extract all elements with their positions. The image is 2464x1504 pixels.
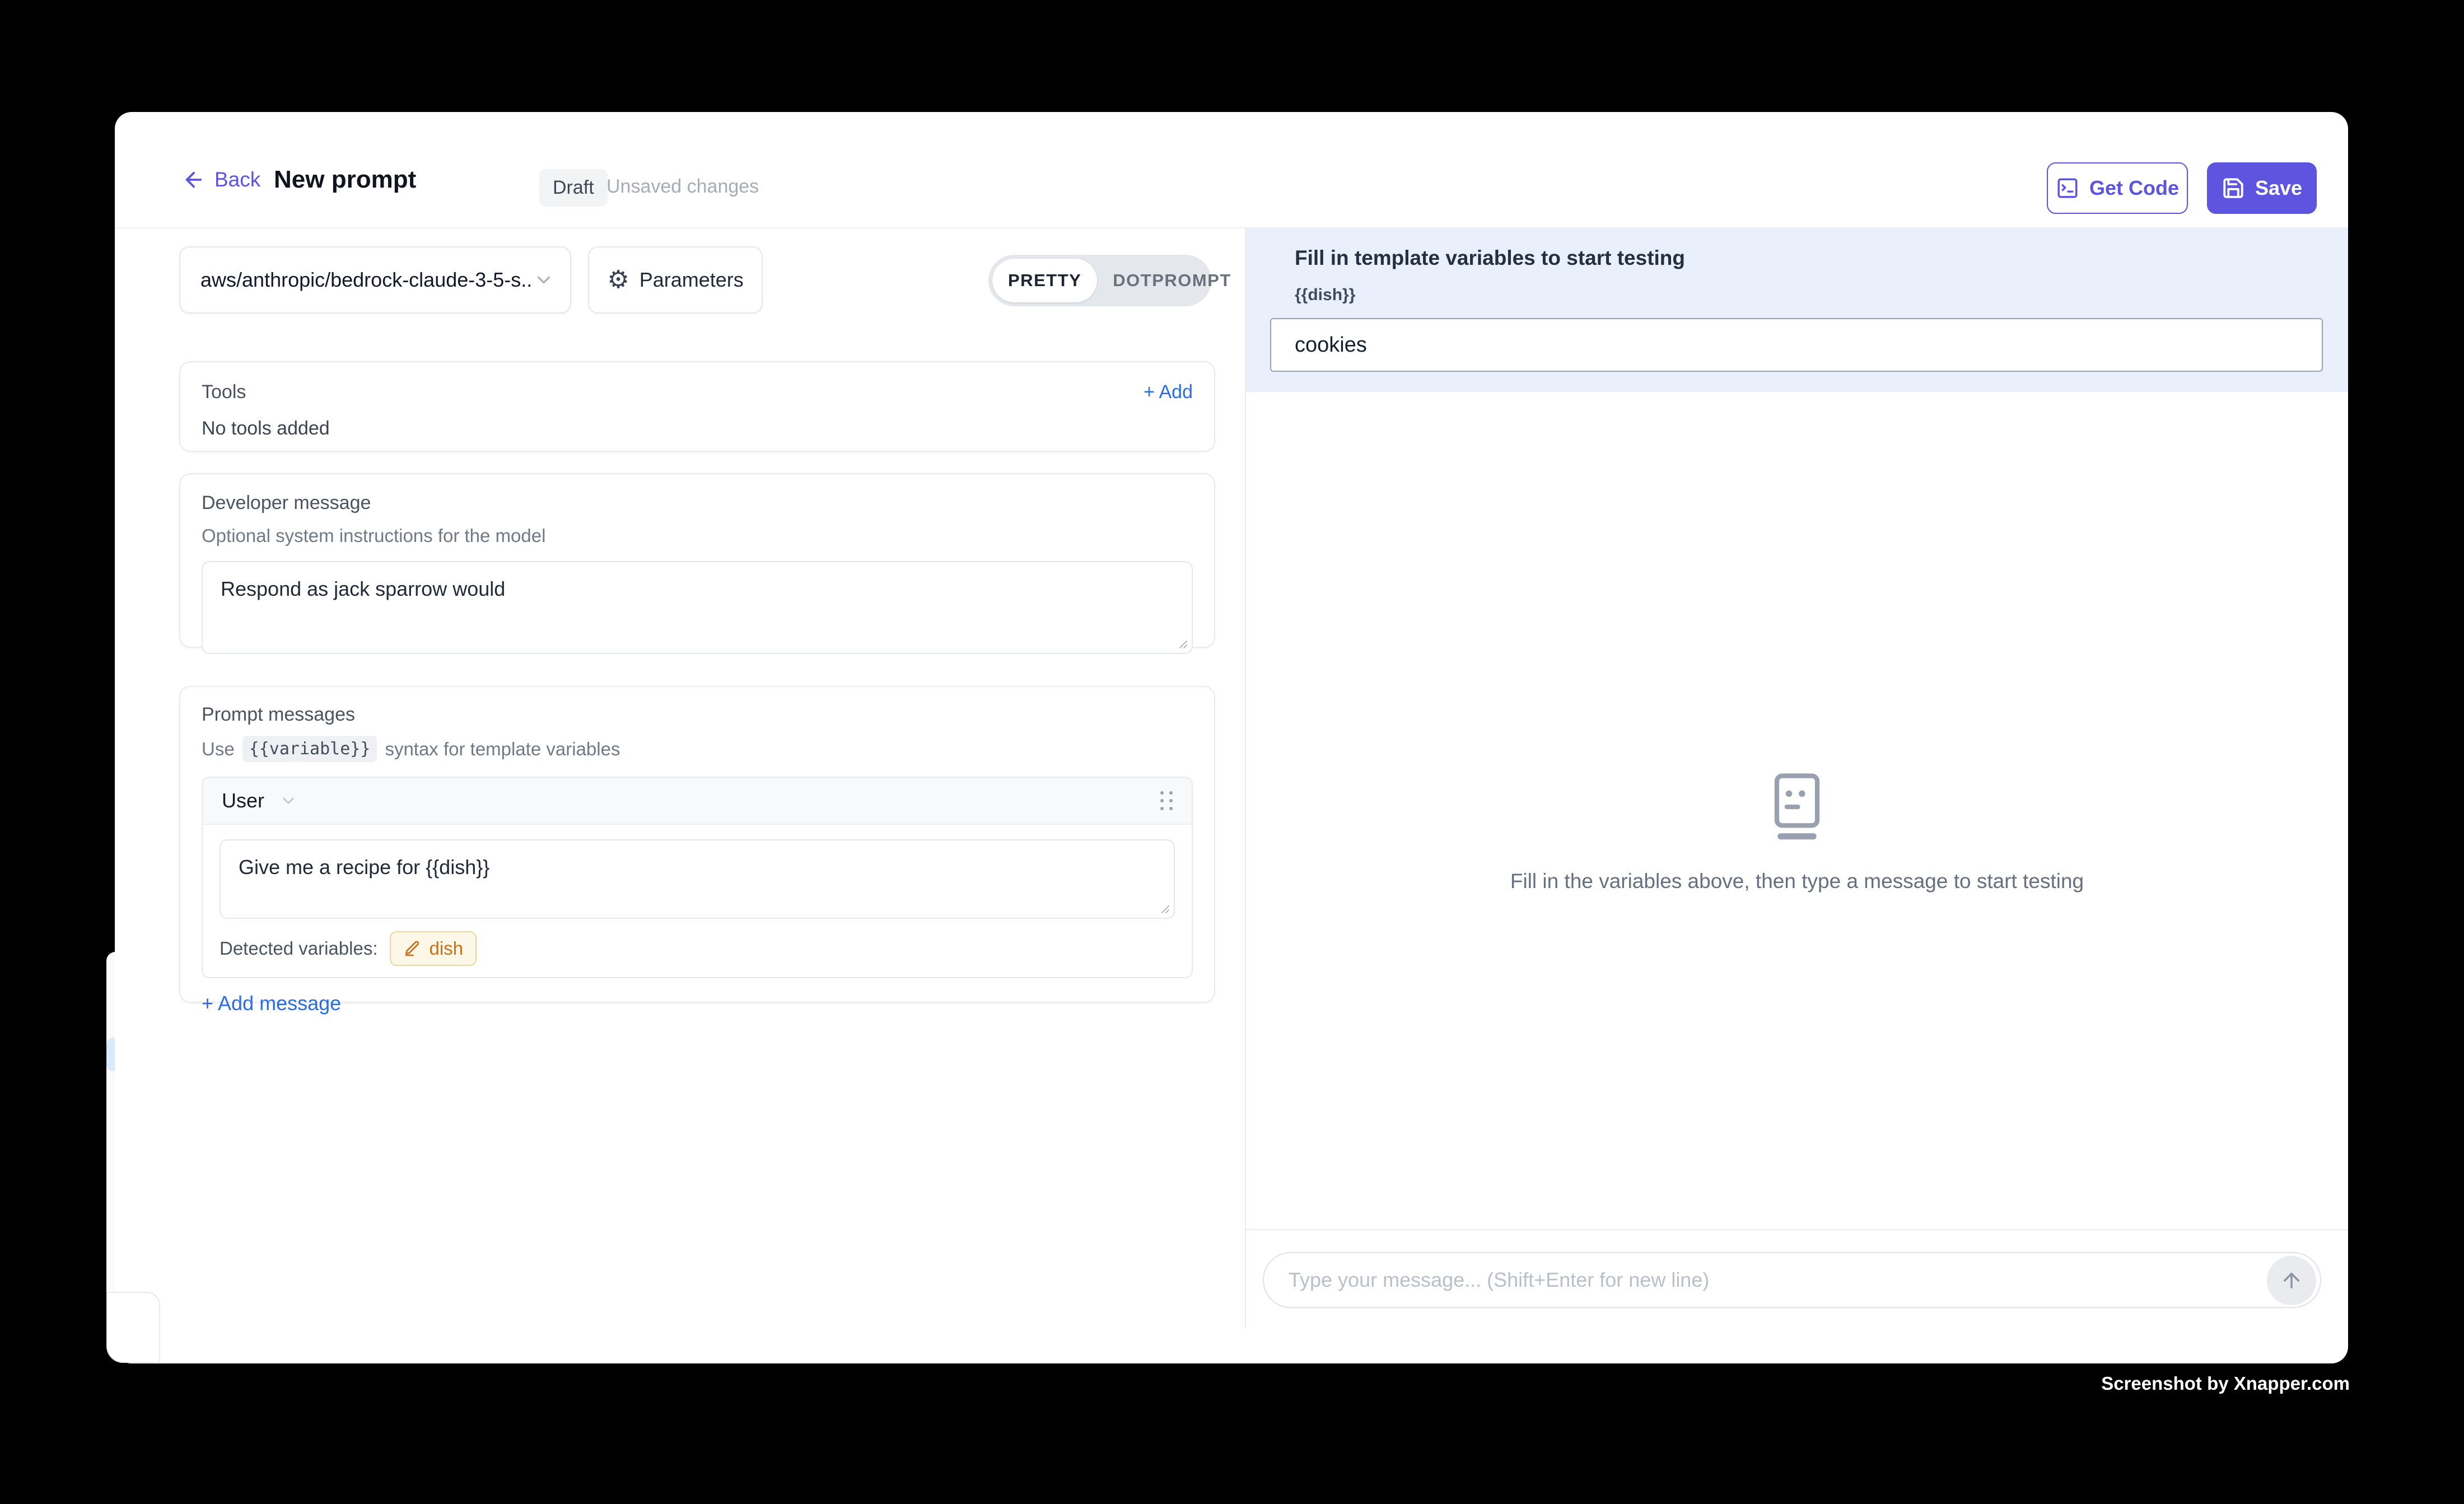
variable-syntax-chip: {{variable}} bbox=[242, 736, 377, 762]
chat-empty-state: Fill in the variables above, then type a… bbox=[1246, 773, 2348, 893]
developer-message-subtitle: Optional system instructions for the mod… bbox=[202, 525, 1193, 547]
get-code-label: Get Code bbox=[2089, 176, 2179, 200]
add-message-button[interactable]: + Add message bbox=[202, 992, 1193, 1015]
background-corner-box bbox=[106, 1292, 160, 1363]
edit-pencil-icon bbox=[403, 940, 421, 957]
test-panel-title: Fill in template variables to start test… bbox=[1295, 246, 1685, 270]
format-toggle: PRETTY DOTPROMPT bbox=[988, 255, 1211, 306]
terminal-icon bbox=[2056, 176, 2079, 200]
variable-field-label: {{dish}} bbox=[1295, 286, 1355, 305]
app-window: Back New prompt Draft Unsaved changes Ge… bbox=[115, 112, 2348, 1363]
save-icon bbox=[2222, 176, 2245, 200]
toggle-option-pretty[interactable]: PRETTY bbox=[992, 259, 1097, 302]
watermark: Screenshot by Xnapper.com bbox=[2101, 1373, 2350, 1394]
role-select-value[interactable]: User bbox=[222, 789, 264, 812]
detected-variables-label: Detected variables: bbox=[220, 938, 377, 959]
save-button[interactable]: Save bbox=[2207, 162, 2317, 214]
chat-message-input[interactable] bbox=[1264, 1268, 2320, 1292]
chat-empty-text: Fill in the variables above, then type a… bbox=[1246, 870, 2348, 893]
back-button[interactable]: Back bbox=[182, 168, 260, 191]
prompt-messages-card: Prompt messages Use {{variable}} syntax … bbox=[179, 686, 1215, 1003]
page-title: New prompt bbox=[274, 166, 416, 194]
send-arrow-icon bbox=[2280, 1269, 2303, 1292]
save-label: Save bbox=[2255, 176, 2302, 200]
hint-suffix: syntax for template variables bbox=[385, 739, 620, 760]
unsaved-changes-label: Unsaved changes bbox=[606, 176, 759, 198]
variable-value-input[interactable] bbox=[1270, 318, 2323, 372]
add-tool-button[interactable]: + Add bbox=[1144, 381, 1193, 403]
gear-icon: ⚙ bbox=[607, 268, 629, 292]
model-select[interactable]: aws/anthropic/bedrock-claude-3-5-s... bbox=[179, 246, 571, 314]
variable-badge-dish[interactable]: dish bbox=[390, 931, 477, 966]
chat-input-divider bbox=[1246, 1229, 2348, 1230]
developer-message-title: Developer message bbox=[202, 492, 1193, 514]
prompt-messages-title: Prompt messages bbox=[202, 704, 1193, 726]
chat-input-container bbox=[1263, 1252, 2321, 1308]
chevron-down-icon bbox=[533, 269, 554, 291]
send-button[interactable] bbox=[2267, 1256, 2316, 1305]
drag-handle-icon[interactable] bbox=[1160, 791, 1173, 810]
tools-empty-text: No tools added bbox=[202, 418, 1193, 440]
tools-title: Tools bbox=[202, 381, 246, 403]
parameters-label: Parameters bbox=[640, 268, 744, 292]
back-arrow-icon bbox=[182, 168, 206, 191]
prompt-message-block: User Give me a recipe for {{dish}} Detec… bbox=[202, 777, 1193, 978]
bot-face-icon bbox=[1769, 773, 1825, 841]
model-select-value: aws/anthropic/bedrock-claude-3-5-s... bbox=[200, 268, 533, 292]
header: Back New prompt Draft Unsaved changes Ge… bbox=[115, 112, 2348, 228]
template-variables-panel: Fill in template variables to start test… bbox=[1246, 228, 2348, 392]
developer-message-card: Developer message Optional system instru… bbox=[179, 473, 1215, 648]
get-code-button[interactable]: Get Code bbox=[2047, 162, 2188, 214]
back-label: Back bbox=[214, 168, 260, 191]
tools-card: Tools + Add No tools added bbox=[179, 361, 1215, 452]
status-badge: Draft bbox=[539, 169, 608, 207]
developer-message-textarea[interactable]: Respond as jack sparrow would bbox=[202, 561, 1193, 654]
variable-name: dish bbox=[429, 938, 463, 959]
chevron-down-icon[interactable] bbox=[279, 791, 298, 810]
user-message-textarea[interactable]: Give me a recipe for {{dish}} bbox=[220, 839, 1175, 919]
template-hint: Use {{variable}} syntax for template var… bbox=[202, 736, 1193, 762]
toggle-option-dotprompt[interactable]: DOTPROMPT bbox=[1097, 259, 1247, 302]
message-role-header: User bbox=[203, 778, 1192, 825]
hint-prefix: Use bbox=[202, 739, 235, 760]
parameters-button[interactable]: ⚙ Parameters bbox=[588, 246, 763, 314]
